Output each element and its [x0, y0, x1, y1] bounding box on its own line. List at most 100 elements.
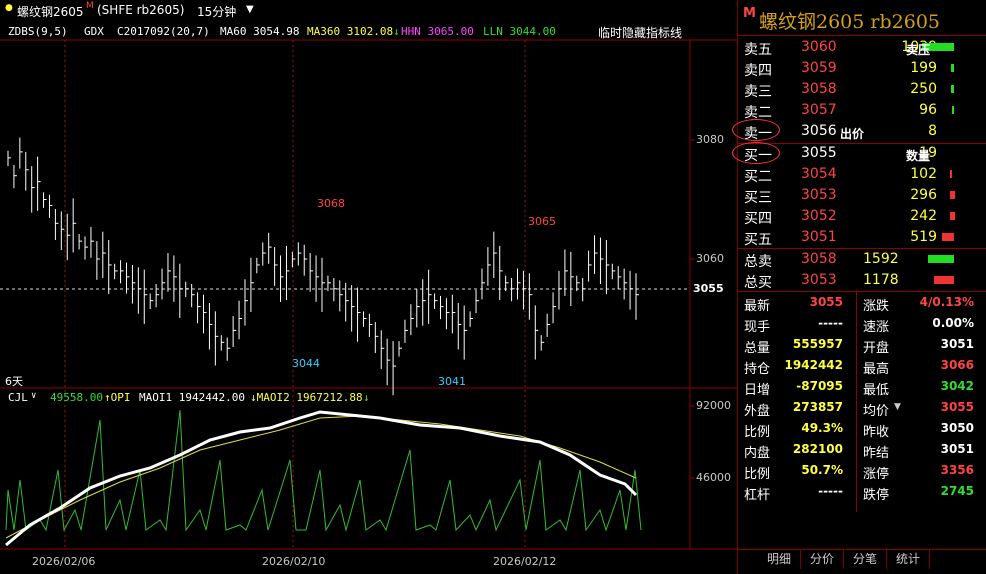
tab-trades[interactable]: 分笔	[844, 549, 887, 569]
ask-volume-bar	[951, 64, 954, 72]
stat-value: 50.7%	[801, 463, 843, 477]
ask-level-label: 卖三	[744, 84, 772, 100]
total-sell-row: 总卖 3058 1592	[738, 249, 986, 270]
chart-area[interactable]: ● 螺纹钢2605 M (SHFE rb2605) 15分钟 ▼ ZDBS(9,…	[0, 0, 737, 574]
ask-level-label: 卖四	[744, 63, 772, 79]
stat-label: 日增	[744, 383, 771, 398]
total-buy-price: 3053	[801, 272, 837, 288]
stat-row: 外盘 273857 均价 3055 ▼	[738, 397, 986, 419]
chevron-down-icon[interactable]: ∨	[31, 391, 36, 401]
stat-label: 跌停	[863, 488, 890, 503]
total-buy-vol: 1178	[863, 272, 899, 288]
volume-axis-label: 92000	[696, 399, 731, 412]
ask-row[interactable]: 卖五 3060 1039 卖压	[738, 37, 986, 58]
quote-title-bar: M 螺纹钢2605 rb2605	[738, 0, 986, 36]
stat-value: -----	[818, 484, 843, 498]
stat-label: 总量	[744, 341, 771, 356]
quote-title: 螺纹钢2605 rb2605	[759, 11, 940, 33]
bid-volume-bar	[950, 191, 955, 199]
ask-row[interactable]: 卖二 3057 96	[738, 100, 986, 121]
bid-row[interactable]: 买五 3051 519	[738, 227, 986, 248]
ask-volume: 199	[910, 60, 937, 76]
bid-level-label: 买五	[744, 232, 772, 248]
stat-label: 开盘	[863, 341, 890, 356]
bid-price: 3054	[801, 166, 837, 182]
stat-value: 3356	[940, 463, 974, 477]
bid-row[interactable]: 买四 3052 242	[738, 206, 986, 227]
ask-row[interactable]: 卖三 3058 250	[738, 79, 986, 100]
stat-row: 现手 ----- 速涨 0.00%	[738, 313, 986, 335]
stat-label: 昨收	[863, 425, 890, 440]
stat-label: 外盘	[744, 404, 771, 419]
market-marker: M	[743, 6, 756, 21]
bid-row[interactable]: 买二 3054 102	[738, 164, 986, 185]
ask-row[interactable]: 卖四 3059 199	[738, 58, 986, 79]
stats-divider-line	[856, 292, 857, 512]
stat-label: 比例	[744, 467, 771, 482]
total-sell-label: 总卖	[744, 254, 772, 270]
stat-value: 3050	[940, 421, 974, 435]
bid-volume-bar	[950, 212, 955, 220]
stat-label: 现手	[744, 320, 771, 335]
stat-row: 比例 50.7% 涨停 3356	[738, 460, 986, 482]
ask-price: 3060	[801, 39, 837, 55]
total-buy-row: 总买 3053 1178	[738, 270, 986, 291]
stat-value: 3042	[940, 379, 974, 393]
ask-price: 3059	[801, 60, 837, 76]
stat-value: 555957	[792, 337, 843, 351]
bid-level-label: 买四	[744, 211, 772, 227]
stat-value: 49.3%	[801, 421, 843, 435]
stat-value: 3051	[940, 442, 974, 456]
bid-price: 3053	[801, 187, 837, 203]
bid-volume-bar	[950, 170, 952, 178]
stat-value: 2745	[940, 484, 974, 498]
stat-value: -87095	[796, 379, 843, 393]
ask-volume-bar	[951, 85, 954, 93]
bid-price: 3052	[801, 208, 837, 224]
low-annotation: 3044	[292, 357, 320, 370]
bid-row[interactable]: 买一 3055 19 数量	[732, 142, 986, 164]
price-chart-svg	[0, 39, 737, 550]
bid-volume-bar	[942, 233, 954, 241]
stat-label: 昨结	[863, 446, 890, 461]
maoi2-arrow: ↓	[363, 391, 370, 404]
opi-label: ↑OPI	[104, 391, 131, 404]
triangle-down-icon[interactable]: ▼	[894, 402, 901, 412]
ask-row[interactable]: 卖一 3056 8 出价	[732, 119, 986, 142]
highlight-circle	[732, 119, 780, 141]
ask-volume: 8	[928, 123, 937, 139]
total-buy-label: 总买	[744, 275, 772, 291]
total-sell-price: 3058	[801, 251, 837, 267]
bid-level-label: 买二	[744, 169, 772, 185]
volume-line	[5, 409, 642, 532]
stat-row: 内盘 282100 昨结 3051	[738, 439, 986, 461]
stat-label: 均价	[863, 404, 890, 419]
maoi1-label: MAOI1 1942442.00	[139, 391, 245, 404]
total-sell-vol: 1592	[863, 251, 899, 267]
volume-header: CJL ∨ 49558.00 ↑OPI MAOI1 1942442.00 ↓MA…	[0, 391, 690, 407]
ask-volume: 96	[919, 102, 937, 118]
bid-volume: 296	[910, 187, 937, 203]
stat-value: 273857	[792, 400, 843, 414]
stat-value: 3066	[940, 358, 974, 372]
ask-volume: 250	[910, 81, 937, 97]
tab-price[interactable]: 分价	[801, 549, 844, 569]
stat-value: 4/0.13%	[919, 295, 974, 309]
high-annotation: 3068	[317, 197, 345, 210]
period-count-label: 6天	[5, 375, 23, 388]
stat-row: 总量 555957 开盘 3051	[738, 334, 986, 356]
stat-label: 内盘	[744, 446, 771, 461]
stat-label: 最新	[744, 299, 771, 314]
maoi2-label: ↓MAOI2 1967212.88	[250, 391, 363, 404]
cjl-value: 49558.00	[50, 391, 103, 404]
tab-stats[interactable]: 统计	[887, 549, 930, 569]
indicator-cjl[interactable]: CJL	[8, 391, 28, 404]
ask-price: 3058	[801, 81, 837, 97]
total-sell-bar	[928, 255, 954, 263]
stat-row: 杠杆 ----- 跌停 2745	[738, 481, 986, 503]
stat-label: 持仓	[744, 362, 771, 377]
tab-detail[interactable]: 明细	[758, 549, 801, 569]
price-axis-label: 3080	[696, 133, 724, 146]
bid-row[interactable]: 买三 3053 296	[738, 185, 986, 206]
bid-level-label: 买三	[744, 190, 772, 206]
